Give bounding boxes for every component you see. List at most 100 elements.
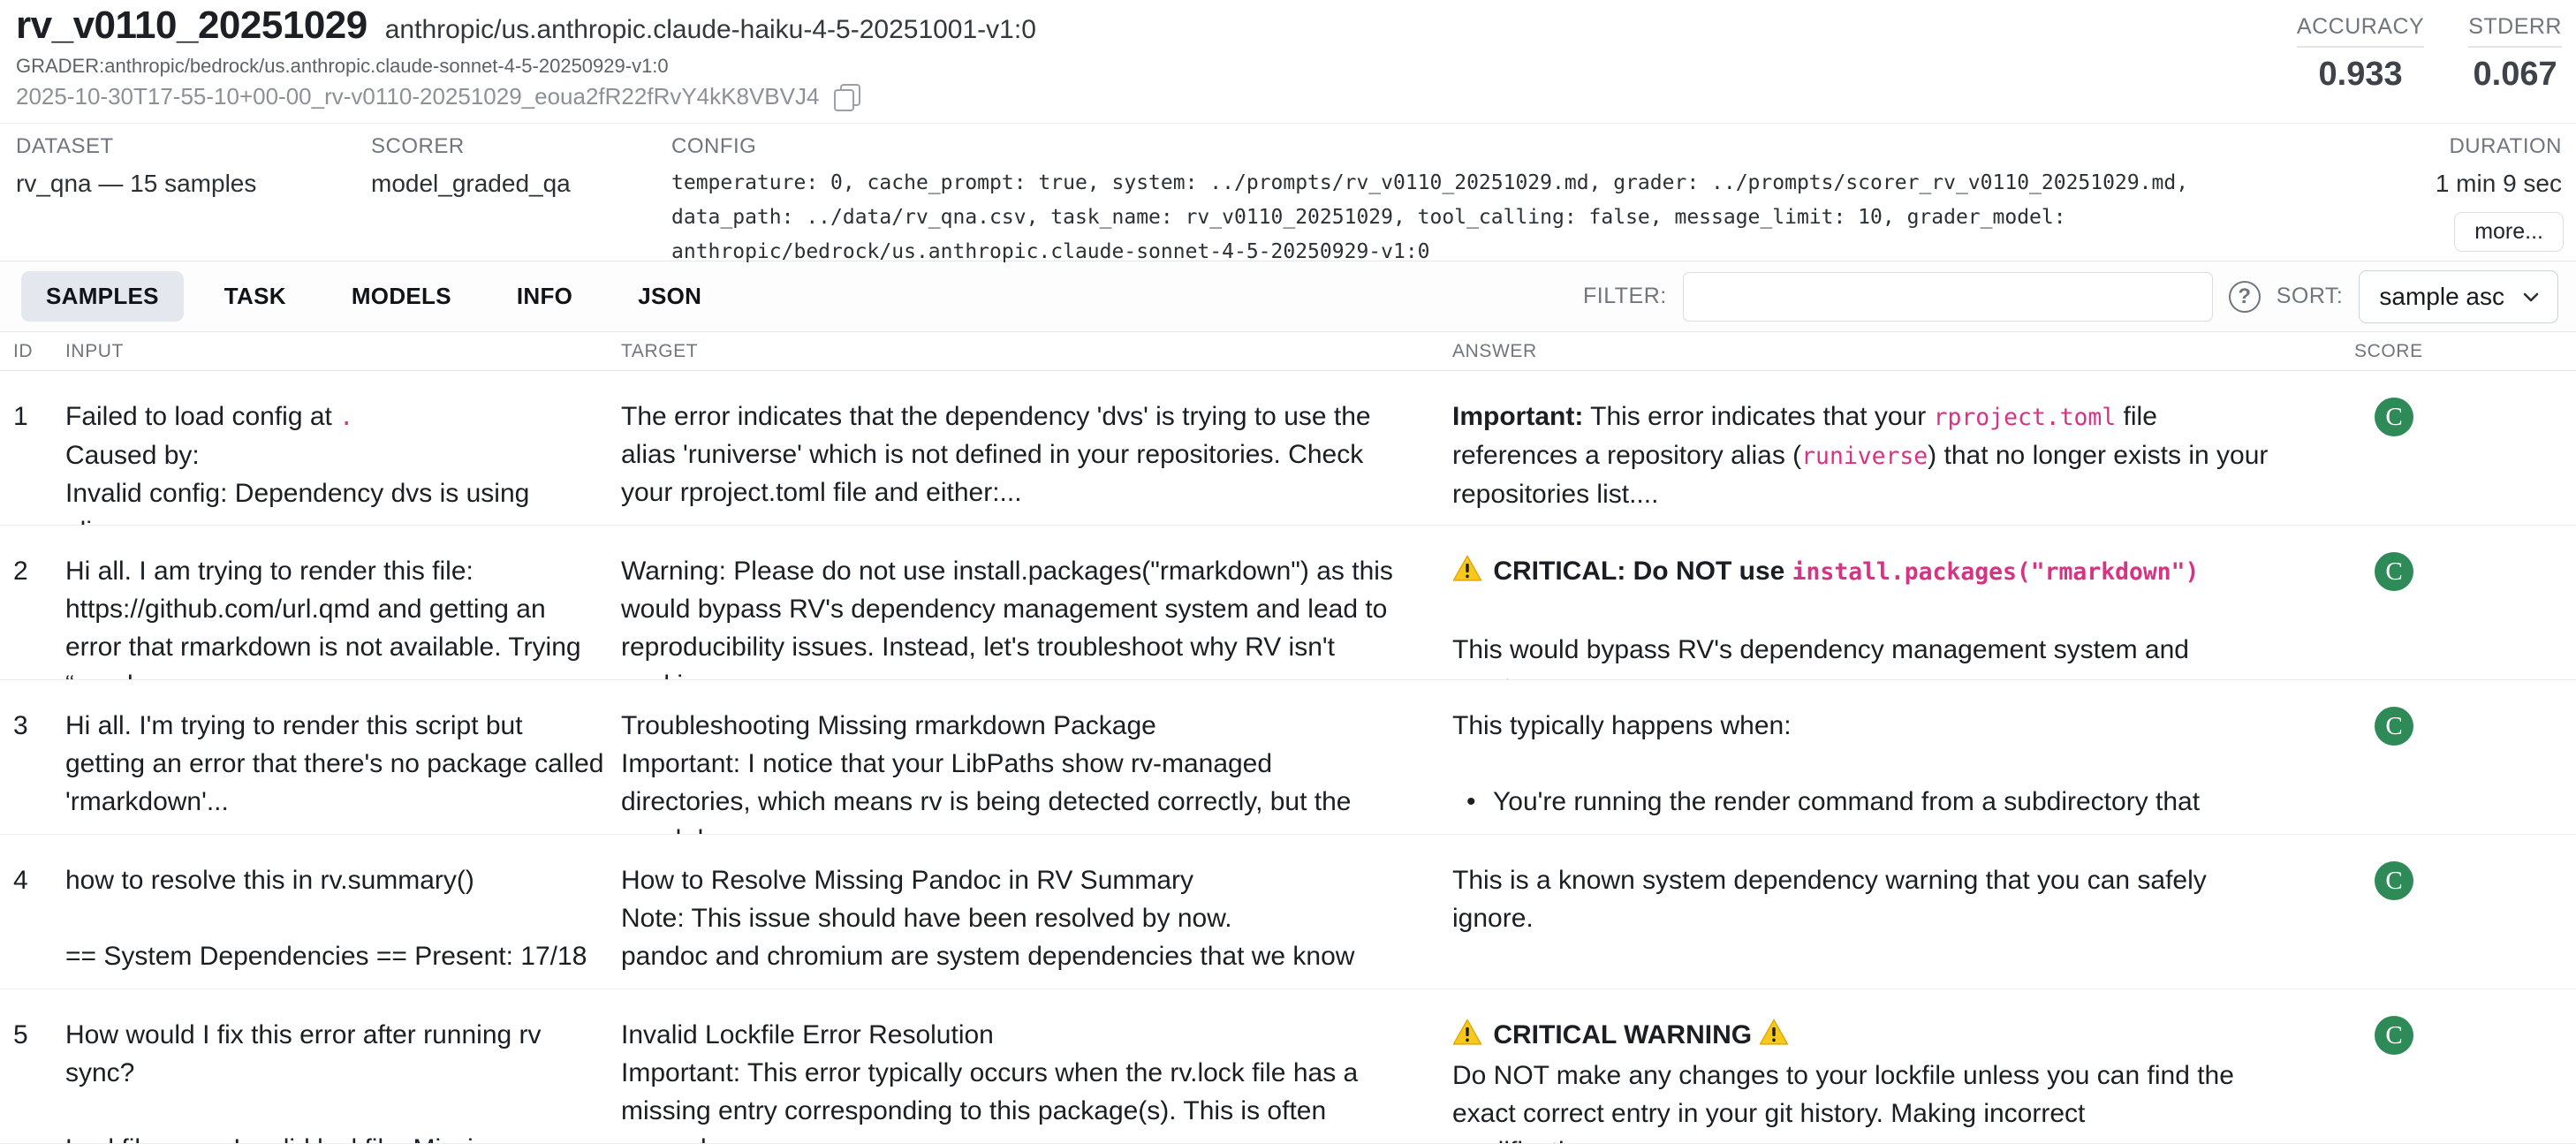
samples-table: 1Failed to load config at . Caused by: Inv… <box>0 371 2576 1144</box>
tab-json[interactable]: JSON <box>613 271 726 322</box>
text-paragraph: Hi all. I'm trying to render this script… <box>65 707 609 821</box>
score-badge: C <box>2375 861 2413 900</box>
score-cell: C <box>2332 835 2576 989</box>
grader-line: GRADER:anthropic/bedrock/us.anthropic.cl… <box>16 55 669 78</box>
sample-input: Failed to load config at . Caused by: Inva… <box>65 371 621 525</box>
text-paragraph: You're running the render command from a… <box>1452 783 2269 821</box>
score-badge: C <box>2375 552 2413 591</box>
tab-task[interactable]: TASK <box>200 271 311 322</box>
sample-id: 5 <box>0 989 65 1143</box>
text-paragraph: CRITICAL WARNING <box>1452 1016 2269 1057</box>
score-cell: C <box>2332 989 2576 1143</box>
duration-value: 1 min 9 sec <box>2436 170 2562 198</box>
score-cell: C <box>2332 680 2576 834</box>
text-paragraph: Important: This error indicates that you… <box>1452 398 2269 513</box>
sample-id: 1 <box>0 371 65 525</box>
metric-stderr: STDERR0.067 <box>2468 14 2562 94</box>
score-cell: C <box>2332 526 2576 679</box>
text-paragraph: Warning: Please do not use install.packa… <box>621 552 1398 679</box>
text-paragraph: The error indicates that the dependency … <box>621 398 1398 511</box>
sample-id: 2 <box>0 526 65 679</box>
config-label: CONFIG <box>671 134 2315 159</box>
text-paragraph: This typically happens when: <box>1452 707 2269 745</box>
text-span: Note: This issue should have been resolv… <box>621 904 1232 933</box>
sample-target: How to Resolve Missing Pandoc in RV Summ… <box>621 835 1452 989</box>
text-paragraph: Do NOT make any changes to your lockfile… <box>1452 1057 2269 1143</box>
text-span: Lockfile error: Invalid lockfile: Missin… <box>65 1134 503 1143</box>
sample-answer: CRITICAL WARNING Do NOT make any changes… <box>1452 989 2332 1143</box>
text-span: Hi all. I am trying to render this file:… <box>65 557 581 679</box>
warning-icon <box>1759 1019 1789 1057</box>
text-paragraph: Note: This issue should have been resolv… <box>621 899 1398 937</box>
config-value: temperature: 0, cache_prompt: true, syst… <box>671 166 2315 269</box>
sample-target: Warning: Please do not use install.packa… <box>621 526 1452 679</box>
text-paragraph <box>1452 745 2269 783</box>
text-span: pandoc and chromium are system dependenc… <box>621 942 1354 989</box>
tab-models[interactable]: MODELS <box>327 271 476 322</box>
inline-code: . <box>339 404 353 431</box>
sample-row-2[interactable]: 2Hi all. I am trying to render this file… <box>0 526 2576 680</box>
text-span: Invalid config: Dependency dvs is using … <box>65 479 529 525</box>
text-paragraph: == System Dependencies == Present: 17/18 <box>65 937 609 975</box>
text-span: How to Resolve Missing Pandoc in RV Summ… <box>621 866 1193 895</box>
column-header-score: SCORE <box>2332 341 2576 362</box>
title-row: rv_v0110_20251029 anthropic/us.anthropic… <box>16 4 1036 48</box>
filter-input[interactable] <box>1683 272 2213 322</box>
warning-icon <box>1452 555 1482 593</box>
sample-input: how to resolve this in rv.summary() == Sy… <box>65 835 621 989</box>
copy-icon[interactable] <box>833 84 860 110</box>
text-paragraph: This would bypass RV's dependency manage… <box>1452 631 2269 679</box>
text-paragraph: Failed to load config at . <box>65 398 609 436</box>
sample-id: 3 <box>0 680 65 834</box>
text-paragraph: CRITICAL: Do NOT use install.packages("r… <box>1452 552 2269 593</box>
sample-row-5[interactable]: 5How would I fix this error after runnin… <box>0 989 2576 1144</box>
text-span: Invalid Lockfile Error Resolution <box>621 1020 994 1049</box>
page-title: rv_v0110_20251029 <box>16 4 367 48</box>
text-paragraph: Important: This error typically occurs w… <box>621 1054 1398 1143</box>
text-span: This error indicates that your <box>1583 402 1933 431</box>
sample-answer: Important: This error indicates that you… <box>1452 371 2332 525</box>
text-paragraph: Caused by: <box>65 436 609 474</box>
text-span: Do NOT make any changes to your lockfile… <box>1452 1061 2234 1143</box>
sample-answer: This typically happens when: You're runni… <box>1452 680 2332 834</box>
chevron-down-icon <box>2520 286 2542 307</box>
text-span: == System Dependencies == Present: 17/18 <box>65 942 587 971</box>
metric-value: 0.933 <box>2319 56 2403 94</box>
text-paragraph: Important: I notice that your LibPaths s… <box>621 745 1398 834</box>
text-span: Caused by: <box>65 441 200 470</box>
help-icon[interactable]: ? <box>2229 281 2261 313</box>
metric-accuracy: ACCURACY 0.933 <box>2297 14 2424 94</box>
text-paragraph: how to resolve this in rv.summary() <box>65 861 609 899</box>
text-span: CRITICAL: Do NOT use <box>1486 557 1792 586</box>
text-span: The error indicates that the dependency … <box>621 402 1371 507</box>
sample-row-4[interactable]: 4how to resolve this in rv.summary()== S… <box>0 835 2576 989</box>
sort-select[interactable]: sample asc <box>2359 270 2558 323</box>
sort-label: SORT: <box>2277 284 2344 309</box>
warning-icon <box>1452 1019 1482 1057</box>
tab-info[interactable]: INFO <box>492 271 597 322</box>
column-header-id: ID <box>0 341 65 362</box>
text-paragraph <box>1452 593 2269 631</box>
tabs: SAMPLES TASK MODELS INFO JSON <box>21 271 742 322</box>
sample-row-3[interactable]: 3Hi all. I'm trying to render this scrip… <box>0 680 2576 835</box>
tab-samples[interactable]: SAMPLES <box>21 271 184 322</box>
more-button[interactable]: more... <box>2454 212 2564 252</box>
grader-model: anthropic/bedrock/us.anthropic.claude-so… <box>104 55 668 77</box>
sample-input: How would I fix this error after running… <box>65 989 621 1143</box>
sample-input: Hi all. I am trying to render this file:… <box>65 526 621 679</box>
sample-row-1[interactable]: 1Failed to load config at . Caused by: Inv… <box>0 371 2576 526</box>
meta-band: DATASET rv_qna — 15 samples SCORER model… <box>0 124 2576 261</box>
score-badge: C <box>2375 398 2413 436</box>
text-span: How would I fix this error after running… <box>65 1020 542 1087</box>
text-paragraph: Invalid Lockfile Error Resolution <box>621 1016 1398 1054</box>
sample-target: Troubleshooting Missing rmarkdown Packag… <box>621 680 1452 834</box>
metric-label: ACCURACY <box>2297 14 2424 48</box>
metrics: ACCURACY 0.933 STDERR0.067 <box>2297 14 2562 94</box>
sample-target: Invalid Lockfile Error Resolution Importa… <box>621 989 1452 1143</box>
dataset-column: DATASET rv_qna — 15 samples <box>16 134 256 198</box>
score-badge: C <box>2375 707 2413 746</box>
text-paragraph: pandoc and chromium are system dependenc… <box>621 937 1398 989</box>
dataset-value: rv_qna — 15 samples <box>16 170 256 198</box>
column-header-target: TARGET <box>621 341 1452 362</box>
scorer-label: SCORER <box>371 134 571 159</box>
